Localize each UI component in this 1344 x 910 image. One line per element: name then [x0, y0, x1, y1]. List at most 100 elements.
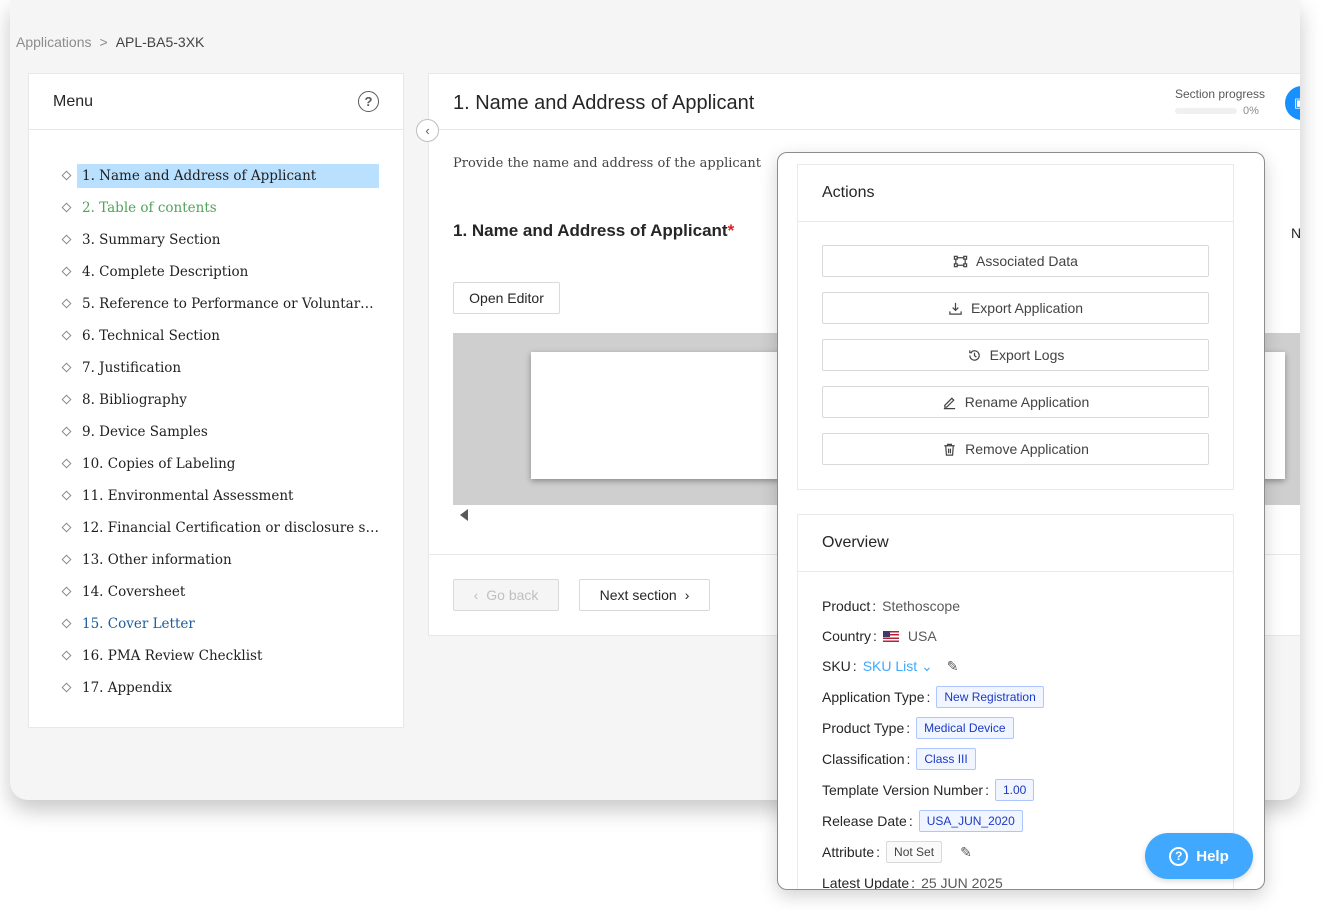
download-icon: [949, 302, 962, 315]
diamond-bullet-icon: [61, 426, 72, 437]
overview-key: Application Type: [822, 689, 925, 705]
application-type-tag: New Registration: [936, 686, 1044, 708]
overview-template-row: Template Version Number: 1.00: [822, 778, 1035, 802]
overview-release-row: Release Date: USA_JUN_2020: [822, 809, 1023, 833]
section-progress: Section progress 0%: [1175, 87, 1267, 117]
menu-item[interactable]: 6. Technical Section: [29, 320, 403, 352]
breadcrumb-separator: >: [99, 34, 108, 50]
history-icon: [968, 349, 980, 361]
collapse-menu-button[interactable]: ‹: [416, 119, 439, 142]
menu-list: 1. Name and Address of Applicant 2. Table…: [29, 130, 403, 704]
menu-title: Menu: [53, 92, 94, 110]
chevron-down-icon: ⌄: [917, 657, 933, 674]
classification-tag: Class III: [916, 748, 976, 770]
diamond-bullet-icon: [61, 170, 72, 181]
question-circle-icon[interactable]: ?: [358, 91, 379, 112]
menu-item-label: 4. Complete Description: [82, 264, 249, 280]
menu-item[interactable]: 16. PMA Review Checklist: [29, 640, 403, 672]
release-date-tag: USA_JUN_2020: [918, 810, 1023, 832]
menu-item-label: 2. Table of contents: [82, 200, 217, 216]
diamond-bullet-icon: [61, 650, 72, 661]
menu-item-label: 12. Financial Certification or disclosur…: [82, 520, 379, 536]
menu-item[interactable]: 1. Name and Address of Applicant: [29, 160, 403, 192]
menu-item-label: 3. Summary Section: [82, 232, 221, 248]
next-section-button[interactable]: Next section ›: [579, 579, 710, 611]
diamond-bullet-icon: [61, 522, 72, 533]
diamond-bullet-icon: [61, 234, 72, 245]
scroll-left-arrow-icon[interactable]: [460, 509, 468, 521]
diamond-bullet-icon: [61, 362, 72, 373]
menu-item-label: 15. Cover Letter: [82, 616, 195, 632]
overview-key: Country: [822, 628, 872, 644]
section-description: Provide the name and address of the appl…: [453, 156, 762, 171]
menu-item[interactable]: 4. Complete Description: [29, 256, 403, 288]
menu-item[interactable]: 15. Cover Letter: [29, 608, 403, 640]
export-logs-label: Export Logs: [989, 347, 1065, 363]
overview-product-row: Product: Stethoscope: [822, 598, 960, 614]
question-circle-icon: ?: [1169, 846, 1189, 866]
breadcrumb: Applications > APL-BA5-3XK: [16, 34, 204, 50]
remove-application-label: Remove Application: [965, 441, 1089, 457]
export-logs-button[interactable]: Export Logs: [822, 339, 1209, 371]
go-back-button[interactable]: ‹ Go back: [453, 579, 559, 611]
associated-data-button[interactable]: Associated Data: [822, 245, 1209, 277]
menu-item[interactable]: 2. Table of contents: [29, 192, 403, 224]
actions-popover: Actions Associated Data Export Applicati…: [777, 152, 1265, 890]
menu-item[interactable]: 3. Summary Section: [29, 224, 403, 256]
overview-key: SKU: [822, 658, 851, 674]
menu-item[interactable]: 5. Reference to Performance or Voluntary…: [29, 288, 403, 320]
menu-item-label: 17. Appendix: [82, 680, 173, 696]
menu-item-label: 5. Reference to Performance or Voluntary…: [82, 296, 379, 312]
edit-attribute-icon[interactable]: ✎: [960, 844, 972, 861]
edit-icon: [943, 396, 955, 409]
chevron-right-icon: ›: [684, 587, 690, 603]
menu-item[interactable]: 13. Other information: [29, 544, 403, 576]
diamond-bullet-icon: [61, 266, 72, 277]
associated-data-label: Associated Data: [976, 253, 1078, 269]
breadcrumb-current: APL-BA5-3XK: [115, 34, 205, 50]
menu-item-label: 7. Justification: [82, 360, 182, 376]
menu-item[interactable]: 11. Environmental Assessment: [29, 480, 403, 512]
main-header: 1. Name and Address of Applicant Section…: [429, 74, 1300, 130]
next-section-label: Next section: [599, 587, 677, 603]
menu-item[interactable]: 8. Bibliography: [29, 384, 403, 416]
rename-application-label: Rename Application: [964, 394, 1090, 410]
overview-key: Release Date: [822, 813, 907, 829]
overview-key: Template Version Number: [822, 782, 984, 798]
menu-item-label: 1. Name and Address of Applicant: [77, 164, 379, 188]
open-editor-button[interactable]: Open Editor: [453, 282, 560, 314]
menu-item[interactable]: 7. Justification: [29, 352, 403, 384]
menu-panel: Menu ? 1. Name and Address of Applicant 2…: [28, 73, 404, 728]
diamond-bullet-icon: [61, 554, 72, 565]
sku-list-dropdown[interactable]: SKU List ⌄: [863, 658, 933, 675]
overview-key: Product Type: [822, 720, 905, 736]
help-button[interactable]: ? Help: [1145, 833, 1253, 879]
diamond-bullet-icon: [61, 490, 72, 501]
actions-title: Actions: [798, 165, 1233, 222]
overview-app-type-row: Application Type: New Registration: [822, 685, 1044, 709]
menu-item[interactable]: 14. Coversheet: [29, 576, 403, 608]
menu-item[interactable]: 9. Device Samples: [29, 416, 403, 448]
menu-item[interactable]: 12. Financial Certification or disclosur…: [29, 512, 403, 544]
menu-item-label: 13. Other information: [82, 552, 232, 568]
breadcrumb-applications-link[interactable]: Applications: [16, 34, 92, 50]
expand-panel-button[interactable]: ▣: [1285, 86, 1300, 120]
us-flag-icon: [882, 630, 899, 642]
diamond-bullet-icon: [61, 618, 72, 629]
export-application-button[interactable]: Export Application: [822, 292, 1209, 324]
product-type-tag: Medical Device: [916, 717, 1014, 739]
menu-item[interactable]: 10. Copies of Labeling: [29, 448, 403, 480]
go-back-label: Go back: [486, 587, 539, 603]
menu-item[interactable]: 17. Appendix: [29, 672, 403, 704]
page-title: 1. Name and Address of Applicant: [453, 92, 755, 114]
rename-application-button[interactable]: Rename Application: [822, 386, 1209, 418]
remove-application-button[interactable]: Remove Application: [822, 433, 1209, 465]
help-label: Help: [1196, 847, 1229, 865]
menu-item-label: 6. Technical Section: [82, 328, 220, 344]
edit-sku-icon[interactable]: ✎: [947, 658, 959, 675]
menu-item-label: 10. Copies of Labeling: [82, 456, 236, 472]
overview-title: Overview: [798, 515, 1233, 572]
diamond-bullet-icon: [61, 394, 72, 405]
overview-latest-update-row: Latest Update: 25 JUN 2025: [822, 875, 1003, 890]
diamond-bullet-icon: [61, 330, 72, 341]
